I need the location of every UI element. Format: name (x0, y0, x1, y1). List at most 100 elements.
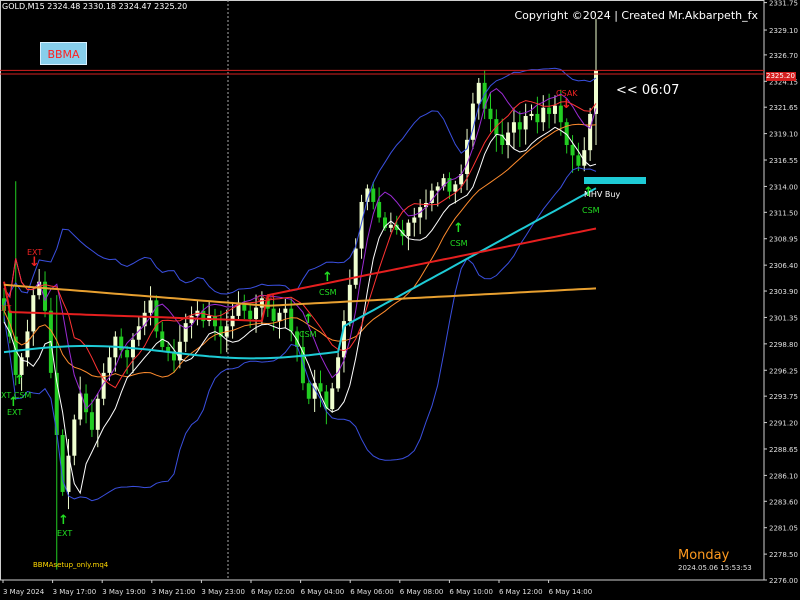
candle-body (353, 248, 358, 285)
candles (2, 18, 598, 570)
candle-body (453, 184, 458, 192)
ohlc-values: 2324.48 2330.18 2324.47 2325.20 (47, 2, 188, 11)
signal-label: CSM (319, 288, 337, 297)
candle-body (482, 82, 487, 109)
symbol-ohlc-header: GOLD,M15 2324.48 2330.18 2324.47 2325.20 (2, 2, 187, 11)
candle-body (523, 116, 528, 130)
signal-label: XT (1, 304, 12, 313)
candle-body (213, 315, 218, 327)
buy-arrow-icon: ↑ (583, 185, 594, 200)
candle-countdown: << 06:07 (616, 83, 680, 98)
bb-upper-band (3, 67, 597, 306)
candle-body (283, 308, 288, 313)
candle-body (476, 82, 481, 104)
candle-body (517, 122, 522, 130)
y-tick-label: 2291.20 (769, 420, 798, 428)
y-tick-label: 2321.65 (769, 104, 798, 112)
ma5-low-line (3, 126, 597, 495)
y-tick-label: 2308.95 (769, 236, 798, 244)
candle-body (371, 188, 376, 202)
y-tick-label: 2316.55 (769, 157, 798, 165)
candle-body (388, 224, 393, 228)
candle-body (148, 300, 153, 313)
y-axis: 2331.752329.102326.702324.152321.652319.… (764, 0, 798, 585)
x-tick-label: 6 May 06:00 (350, 588, 394, 596)
y-tick-label: 2281.05 (769, 525, 798, 533)
buy-arrow-icon: ↑ (322, 270, 333, 285)
candle-body (406, 222, 411, 237)
candle-body (306, 383, 311, 399)
y-tick-label: 2319.10 (769, 131, 798, 139)
candle-body (107, 357, 112, 373)
candle-body (125, 350, 130, 358)
candle-body (588, 113, 593, 151)
y-tick-label: 2283.60 (769, 498, 798, 506)
y-tick-label: 2298.80 (769, 341, 798, 349)
candle-body (248, 310, 253, 319)
candle-body (230, 315, 235, 327)
candle-body (347, 284, 352, 322)
x-tick-label: 6 May 14:00 (549, 588, 593, 596)
candle-body (511, 122, 516, 133)
x-tick-label: 3 May 23:00 (201, 588, 245, 596)
y-tick-label: 2296.25 (769, 367, 798, 375)
bbma-button[interactable]: BBMA (40, 42, 87, 65)
ea-name-label: BBMAsetup_only.mq4 (33, 561, 109, 569)
candle-body (541, 107, 546, 123)
buy-arrow-icon: ↑ (453, 221, 464, 236)
candle-body (271, 308, 276, 322)
candle-body (535, 113, 540, 123)
candle-body (183, 323, 188, 342)
buy-arrow-icon: ↑ (8, 395, 19, 410)
ma-red-line (3, 227, 597, 322)
candle-body (547, 107, 552, 114)
candle-body (72, 419, 77, 456)
x-tick-label: 6 May 10:00 (449, 588, 493, 596)
y-tick-label: 2301.35 (769, 314, 798, 322)
signal-label: EXT (57, 529, 73, 538)
price-chart: 2331.752329.102326.702324.152321.652319.… (0, 0, 798, 596)
x-tick-label: 6 May 08:00 (400, 588, 444, 596)
signal-label: CSM (299, 330, 317, 339)
y-tick-label: 2326.70 (769, 52, 798, 60)
x-tick-label: 3 May 17:00 (53, 588, 97, 596)
candle-body (412, 217, 417, 223)
x-tick-label: 3 May 19:00 (102, 588, 146, 596)
y-tick-label: 2306.40 (769, 262, 798, 270)
candle-body (377, 201, 382, 218)
y-tick-label: 2314.00 (769, 183, 798, 191)
candle-body (576, 155, 581, 166)
y-tick-label: 2311.50 (769, 209, 798, 217)
candle-body (95, 398, 100, 430)
candle-body (359, 201, 364, 249)
candle-body (78, 393, 83, 420)
y-tick-label: 2288.65 (769, 446, 798, 454)
buy-arrow-icon: ↑ (14, 373, 25, 388)
signal-label: CSM (257, 294, 275, 303)
candle-body (570, 145, 575, 156)
buy-arrow-icon: ↑ (303, 312, 314, 327)
signal-label: CSM (450, 239, 468, 248)
server-time-label: 2024.05.06 15:53:53 (678, 564, 752, 572)
symbol-label: GOLD,M15 (2, 2, 45, 11)
current-price-tag: 2325.20 (766, 72, 796, 81)
sell-arrow-icon: ↓ (29, 255, 40, 270)
candle-body (254, 307, 259, 319)
candle-body (330, 388, 335, 410)
candle-body (552, 105, 557, 114)
x-tick-label: 6 May 04:00 (301, 588, 345, 596)
sell-arrow-icon: ↓ (561, 97, 572, 112)
x-tick-label: 3 May 2024 (3, 588, 45, 596)
candle-body (488, 108, 493, 120)
signal-label: CSM (582, 206, 600, 215)
candle-body (25, 331, 30, 358)
y-tick-label: 2276.00 (769, 577, 798, 585)
candle-body (89, 412, 94, 430)
mhv-buy-zone (584, 177, 646, 184)
y-tick-label: 2303.90 (769, 288, 798, 296)
x-tick-label: 6 May 12:00 (499, 588, 543, 596)
candle-body (318, 383, 323, 392)
candle-body (277, 312, 282, 322)
candle-body (435, 186, 440, 191)
candle-body (289, 308, 294, 332)
